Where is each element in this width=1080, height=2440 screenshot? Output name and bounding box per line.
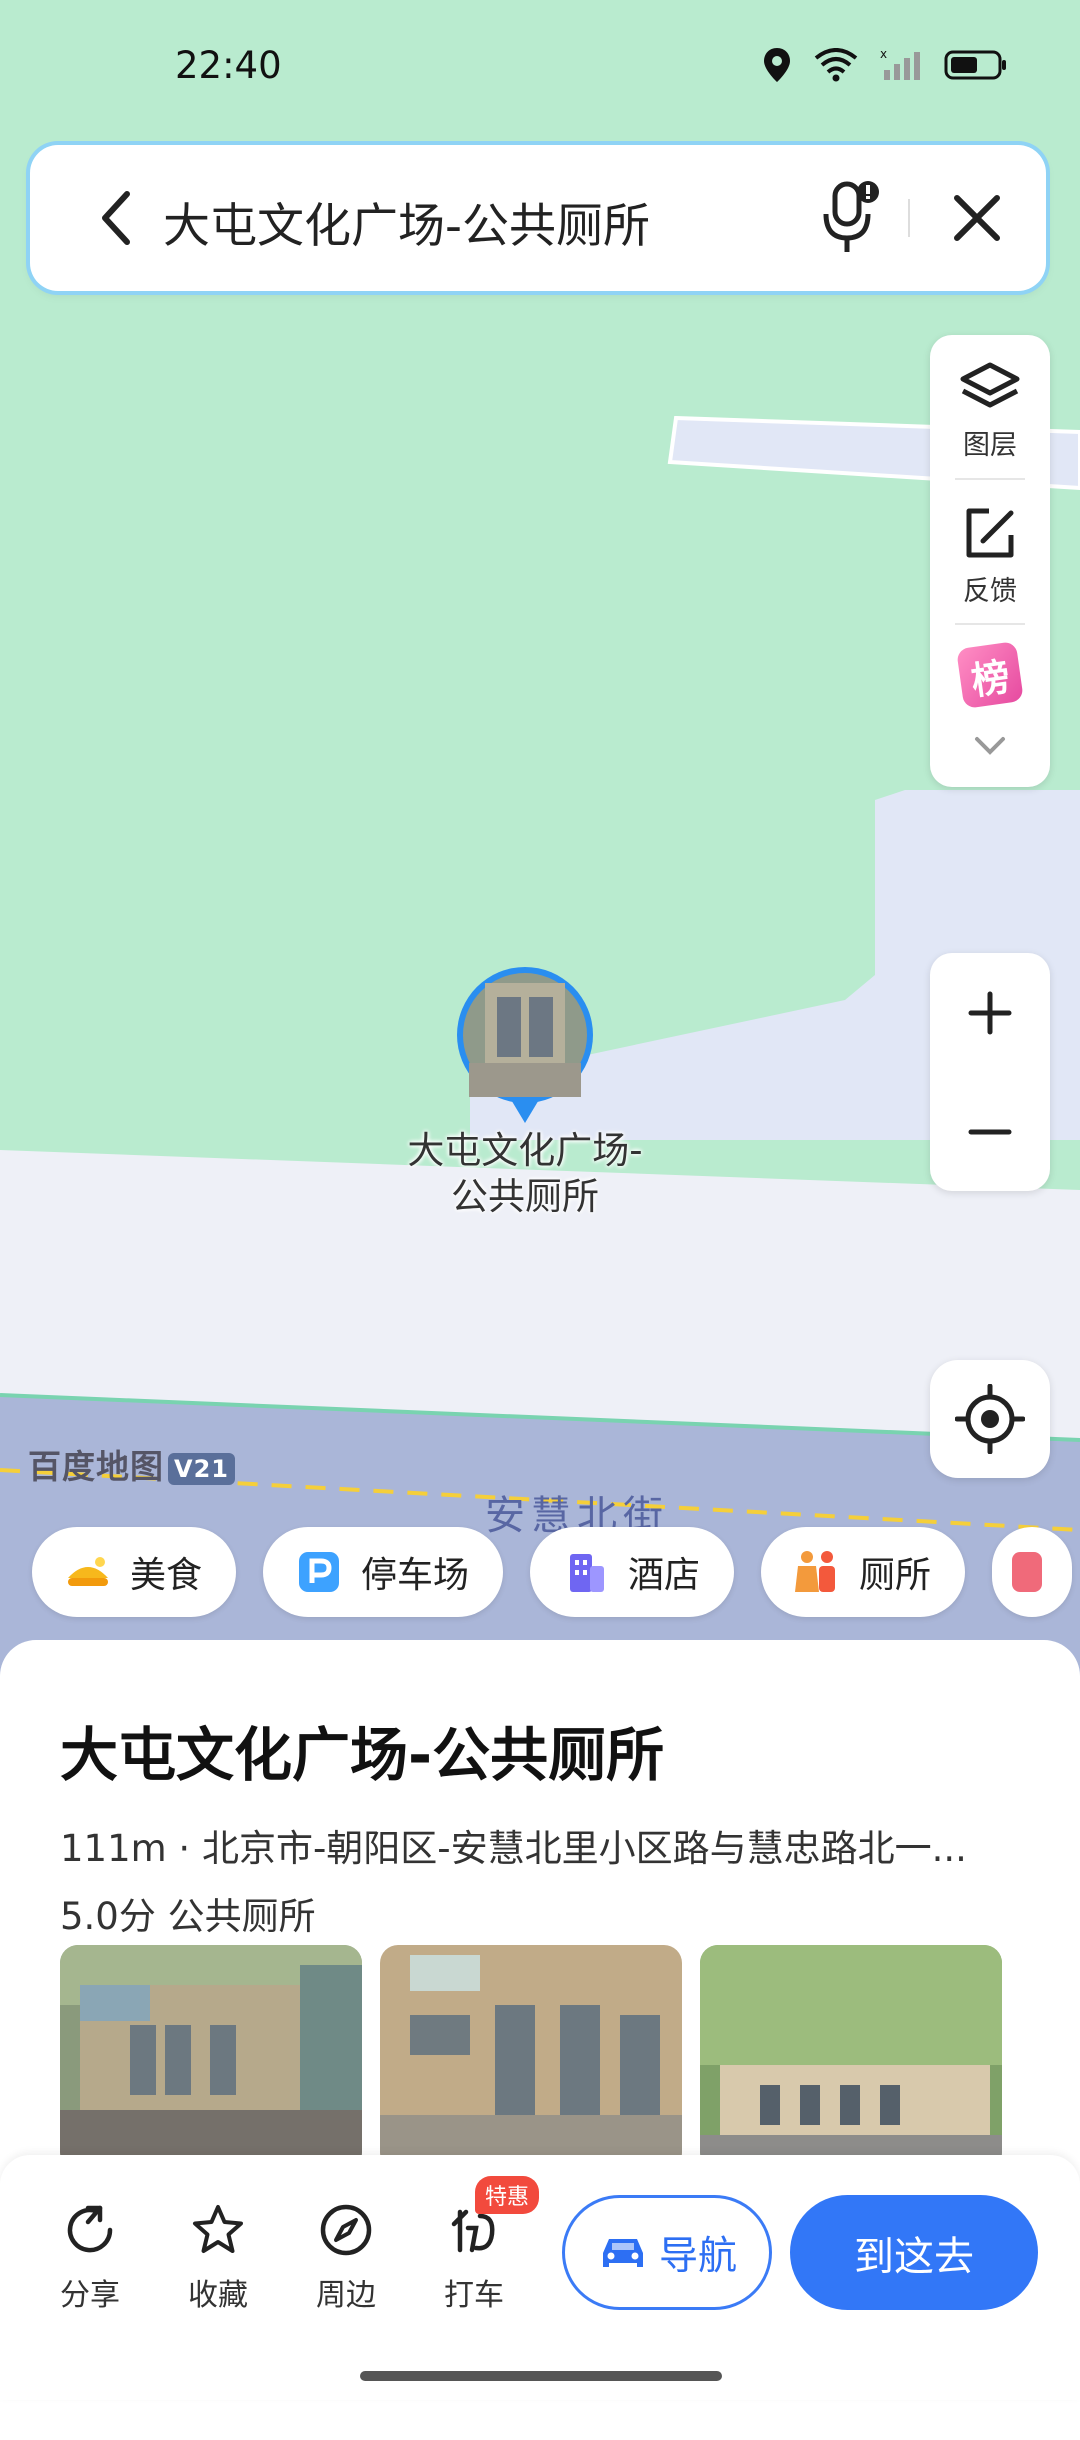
battery-icon: [944, 50, 1006, 80]
go-here-button[interactable]: 到这去: [790, 2195, 1038, 2310]
photo-toilet-building-1: [60, 1945, 362, 2170]
food-icon: [64, 1548, 112, 1596]
navigate-button[interactable]: 导航: [562, 2195, 772, 2310]
taxi-label: 打车: [444, 2278, 504, 2313]
status-icons: x: [762, 46, 1008, 84]
home-indicator[interactable]: [360, 2371, 722, 2381]
plus-icon: [968, 991, 1012, 1034]
chevron-left-icon: [102, 191, 130, 245]
zoom-controls: [930, 953, 1050, 1191]
wifi-icon: [814, 48, 858, 82]
marker-label-line2: 公共厕所: [451, 1175, 599, 1218]
bottom-action-bar: 分享 收藏 周边 打车 特惠 导航 到这去: [0, 2155, 1080, 2400]
poi-photo[interactable]: [700, 1945, 1002, 2170]
tool-divider: [955, 623, 1025, 625]
nearby-button[interactable]: 周边: [296, 2202, 396, 2314]
category-label: 停车场: [361, 1555, 470, 1596]
favorite-button[interactable]: 收藏: [168, 2202, 268, 2314]
zoom-out-button[interactable]: [930, 1072, 1050, 1191]
location-icon: [764, 48, 790, 82]
layers-icon: [960, 362, 1020, 408]
brand-name: 百度地图: [28, 1447, 164, 1486]
toilet-icon: [793, 1548, 841, 1596]
brand-version: V21: [168, 1452, 235, 1485]
share-label: 分享: [60, 2278, 120, 2313]
tool-divider: [955, 478, 1025, 480]
chevron-down-icon: [975, 737, 1005, 755]
poi-rating-row: 5.0分 公共厕所: [60, 1886, 316, 1940]
feedback-button[interactable]: 反馈: [930, 505, 1050, 608]
favorite-label: 收藏: [188, 2278, 248, 2313]
category-chip-parking[interactable]: 停车场: [263, 1527, 504, 1617]
search-input[interactable]: 大屯文化广场-公共厕所: [163, 187, 650, 256]
search-bar[interactable]: 大屯文化广场-公共厕所: [30, 145, 1046, 291]
edit-icon: [966, 508, 1014, 558]
poi-category: 公共厕所: [167, 1895, 316, 1938]
poi-rating: 5.0分: [60, 1895, 156, 1938]
feedback-label: 反馈: [963, 576, 1017, 607]
poi-marker-pin: [457, 967, 593, 1123]
more-category-icon: [1012, 1552, 1043, 1592]
poi-title: 大屯文化广场-公共厕所: [60, 1721, 665, 1789]
share-icon: [67, 2205, 113, 2253]
search-divider: [908, 199, 910, 237]
poi-photo[interactable]: [380, 1945, 682, 2170]
status-time: 22:40: [175, 44, 282, 87]
expand-tools-button[interactable]: [930, 735, 1050, 761]
signal-icon: x: [880, 48, 920, 80]
category-chip-toilet[interactable]: 厕所: [761, 1527, 966, 1617]
back-button[interactable]: [82, 183, 152, 253]
hotel-icon: [562, 1548, 610, 1596]
navigate-label: 导航: [658, 2233, 737, 2279]
go-here-label: 到这去: [854, 2233, 974, 2280]
layers-button[interactable]: 图层: [930, 361, 1050, 462]
deal-badge: 特惠: [475, 2176, 540, 2214]
poi-address: 111m · 北京市-朝阳区-安慧北里小区路与慧忠路北一...: [60, 1827, 967, 1870]
map-tools-panel: 图层 反馈 榜: [930, 335, 1050, 787]
map-brand-logo: 百度地图 V21: [28, 1440, 235, 1488]
parking-icon: [295, 1548, 343, 1596]
compass-icon: [320, 2204, 372, 2256]
category-label: 酒店: [628, 1555, 701, 1596]
ranking-icon: 榜: [956, 641, 1024, 709]
photo-toilet-building-3: [700, 1945, 1002, 2170]
svg-text:x: x: [880, 48, 887, 61]
zoom-in-button[interactable]: [930, 953, 1050, 1072]
category-chip-more[interactable]: [992, 1527, 1073, 1617]
poi-marker[interactable]: [455, 963, 595, 1128]
clear-search-button[interactable]: [940, 181, 1014, 255]
ranking-button[interactable]: 榜: [930, 641, 1050, 709]
category-label: 厕所: [859, 1555, 932, 1596]
poi-marker-label: 大屯文化广场- 公共厕所: [360, 1128, 690, 1220]
share-button[interactable]: 分享: [40, 2202, 140, 2314]
category-chip-food[interactable]: 美食: [32, 1527, 237, 1617]
close-icon: [954, 195, 1000, 241]
category-chips: 美食 停车场 酒店 厕所: [32, 1527, 1073, 1617]
category-chip-hotel[interactable]: 酒店: [530, 1527, 735, 1617]
marker-label-line1: 大屯文化广场-: [407, 1129, 643, 1172]
ranking-glyph: 榜: [968, 654, 1013, 703]
minus-icon: [968, 1129, 1012, 1134]
photo-toilet-building-2: [380, 1945, 682, 2170]
poi-photo[interactable]: [60, 1945, 362, 2170]
microphone-icon: [823, 181, 879, 252]
car-icon: [602, 2238, 643, 2267]
locate-icon: [955, 1384, 1025, 1454]
voice-search-button[interactable]: [810, 175, 890, 261]
star-icon: [193, 2205, 243, 2253]
nearby-label: 周边: [316, 2278, 376, 2313]
taxi-button[interactable]: 打车: [424, 2202, 524, 2314]
my-location-button[interactable]: [930, 1360, 1050, 1478]
category-label: 美食: [130, 1555, 203, 1596]
layers-label: 图层: [963, 430, 1017, 461]
